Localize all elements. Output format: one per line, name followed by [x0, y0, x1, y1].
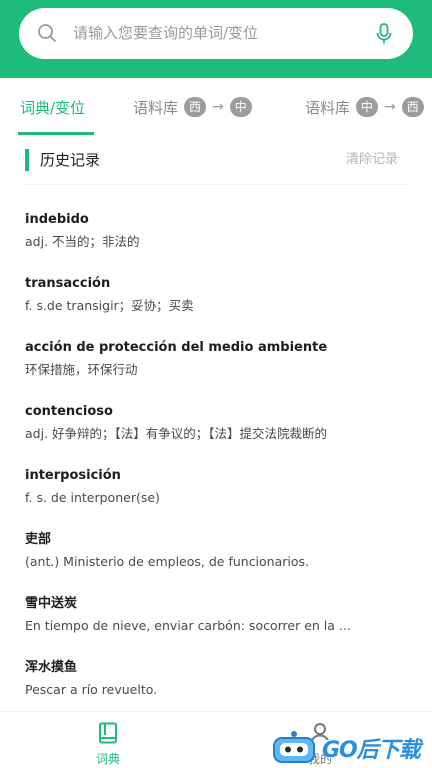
entry-word: 吏部	[25, 532, 52, 547]
entry-word: indebido	[25, 212, 89, 227]
entry-definition: f. s.de transigir；妥协；买卖	[25, 298, 194, 313]
watermark: GO后下载	[272, 724, 432, 768]
entry-word: 浑水摸鱼	[25, 660, 78, 675]
language-badge-to: 西	[401, 97, 424, 117]
tab-label: 语料库	[133, 98, 179, 117]
language-badge-from: 中	[356, 97, 379, 117]
history-item[interactable]: 雪中送炭 En tiempo de nieve, enviar carbón: …	[25, 584, 420, 648]
history-item[interactable]: 浑水摸鱼 Pescar a río revuelto.	[25, 648, 420, 712]
divider	[25, 184, 407, 185]
entry-definition: adj. 不当的；非法的	[25, 234, 140, 249]
arrow-right-icon: →	[384, 99, 396, 115]
search-icon	[38, 24, 56, 42]
top-header: 请输入您要查询的单词/变位	[0, 0, 432, 78]
history-title: 历史记录	[40, 151, 101, 169]
microphone-icon[interactable]	[375, 23, 393, 45]
active-tab-indicator	[18, 132, 94, 135]
entry-definition: (ant.) Ministerio de empleos, de funcion…	[25, 554, 310, 569]
robot-logo-icon	[273, 731, 315, 763]
history-header: 历史记录 清除记录	[0, 140, 432, 184]
entry-definition: 环保措施，环保行动	[25, 362, 138, 377]
entry-word: contencioso	[25, 404, 113, 419]
tab-corpus-es-zh[interactable]: 语料库 西 → 中	[133, 78, 252, 136]
nav-dictionary[interactable]: 词典	[88, 720, 128, 766]
history-item[interactable]: indebido adj. 不当的；非法的	[25, 200, 420, 264]
entry-word: 雪中送炭	[25, 596, 78, 611]
entry-word: interposición	[25, 468, 121, 483]
language-badge-to: 中	[229, 97, 252, 117]
entry-word: acción de protección del medio ambiente	[25, 340, 328, 355]
tab-bar: 词典/变位 语料库 西 → 中 语料库 中 → 西	[0, 78, 432, 136]
nav-dictionary-label: 词典	[95, 752, 120, 766]
entry-word: transacción	[25, 276, 111, 291]
tab-label: 语料库	[305, 98, 351, 117]
entry-definition: adj. 好争辩的；【法】有争议的；【法】提交法院裁断的	[25, 426, 328, 441]
tab-label: 词典/变位	[20, 98, 86, 117]
history-item[interactable]: contencioso adj. 好争辩的；【法】有争议的；【法】提交法院裁断的	[25, 392, 420, 456]
entry-definition: f. s. de interponer(se)	[25, 490, 160, 505]
history-item[interactable]: transacción f. s.de transigir；妥协；买卖	[25, 264, 420, 328]
history-item[interactable]: acción de protección del medio ambiente …	[25, 328, 420, 392]
language-badge-from: 西	[184, 97, 207, 117]
arrow-right-icon: →	[212, 99, 224, 115]
section-accent-bar	[25, 149, 29, 171]
history-item[interactable]: 吏部 (ant.) Ministerio de empleos, de func…	[25, 520, 420, 584]
book-icon	[99, 722, 117, 744]
watermark-text: GO后下载	[322, 738, 421, 763]
entry-definition: En tiempo de nieve, enviar carbón: socor…	[25, 618, 351, 633]
clear-history-button[interactable]: 清除记录	[346, 151, 398, 169]
tab-dictionary[interactable]: 词典/变位	[20, 78, 85, 136]
history-item[interactable]: interposición f. s. de interponer(se)	[25, 456, 420, 520]
tab-corpus-zh-es[interactable]: 语料库 中 → 西	[305, 78, 424, 136]
search-bar[interactable]: 请输入您要查询的单词/变位	[19, 8, 413, 59]
entry-definition: Pescar a río revuelto.	[25, 682, 158, 697]
search-input[interactable]: 请输入您要查询的单词/变位	[73, 23, 258, 43]
